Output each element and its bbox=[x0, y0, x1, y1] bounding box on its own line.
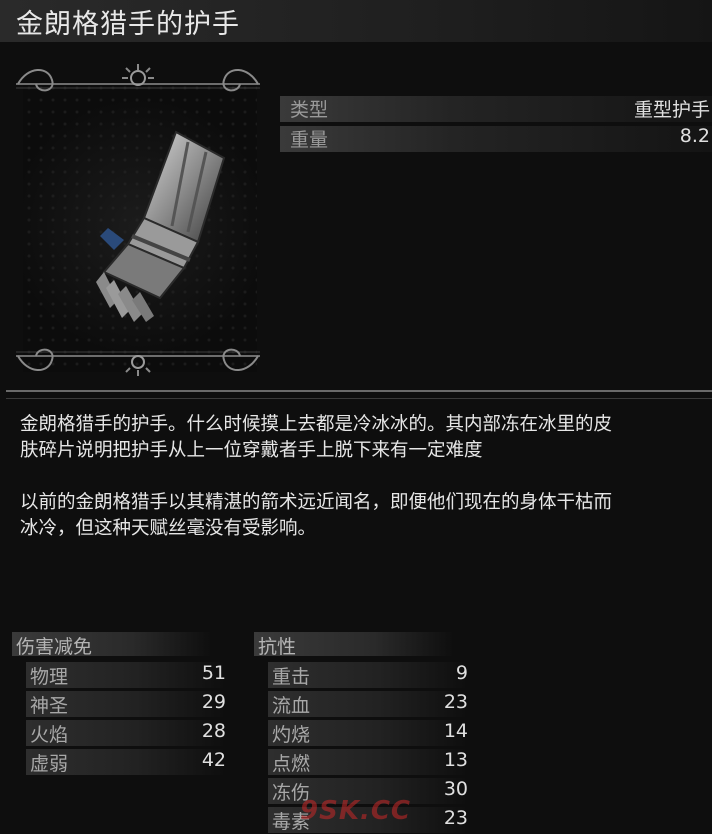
info-label: 类型 bbox=[290, 99, 329, 121]
stat-value: 29 bbox=[201, 691, 226, 713]
stat-name: 点燃 bbox=[272, 753, 311, 775]
description-line-2: 肤碎片说明把护手从上一位穿戴者手上脱下来有一定难度 bbox=[20, 440, 483, 461]
stat-name: 神圣 bbox=[30, 695, 69, 717]
stat-value: 42 bbox=[201, 749, 226, 771]
stat-value: 30 bbox=[443, 778, 468, 800]
stat-name: 火焰 bbox=[30, 724, 69, 746]
info-row-type: 类型 重型护手 bbox=[280, 96, 712, 122]
stat-name: 重击 bbox=[272, 666, 311, 688]
damage-reduction-heading-text: 伤害减免 bbox=[16, 636, 93, 658]
stat-name: 灼烧 bbox=[272, 724, 311, 746]
stat-name: 虚弱 bbox=[30, 753, 69, 775]
ornate-frame-bottom-icon bbox=[16, 348, 260, 376]
description-line-4: 冰冷，但这种天赋丝毫没有受影响。 bbox=[20, 518, 317, 539]
description-line-3: 以前的金朗格猎手以其精湛的箭术远近闻名，即便他们现在的身体干枯而 bbox=[20, 492, 613, 513]
stat-row: 点燃 13 bbox=[268, 749, 468, 775]
stat-row: 重击 9 bbox=[268, 662, 468, 688]
stat-value: 23 bbox=[443, 691, 468, 713]
resistance-heading: 抗性 bbox=[254, 632, 454, 658]
stat-name: 物理 bbox=[30, 666, 69, 688]
stat-row: 流血 23 bbox=[268, 691, 468, 717]
info-value: 重型护手 bbox=[633, 99, 710, 121]
title-bar: 金朗格猎手的护手 bbox=[0, 0, 712, 42]
watermark: 9SK.CC bbox=[300, 796, 412, 826]
item-portrait bbox=[8, 62, 268, 380]
stat-row: 灼烧 14 bbox=[268, 720, 468, 746]
stat-value: 9 bbox=[455, 662, 468, 684]
ornate-frame-top-icon bbox=[16, 64, 260, 92]
description-line-1: 金朗格猎手的护手。什么时候摸上去都是冷冰冰的。其内部冻在冰里的皮 bbox=[20, 414, 613, 435]
item-title: 金朗格猎手的护手 bbox=[16, 9, 240, 40]
gauntlet-icon bbox=[96, 130, 226, 322]
stat-value: 28 bbox=[201, 720, 226, 742]
info-label: 重量 bbox=[290, 129, 329, 151]
stat-value: 14 bbox=[443, 720, 468, 742]
info-row-weight: 重量 8.2 bbox=[280, 125, 712, 152]
stat-row: 虚弱 42 bbox=[26, 749, 226, 775]
stat-row: 火焰 28 bbox=[26, 720, 226, 746]
info-value: 8.2 bbox=[679, 125, 710, 147]
section-divider bbox=[6, 390, 712, 399]
stat-value: 13 bbox=[443, 749, 468, 771]
stat-row: 神圣 29 bbox=[26, 691, 226, 717]
damage-reduction-heading: 伤害减免 bbox=[12, 632, 212, 658]
stat-value: 51 bbox=[201, 662, 226, 684]
stat-name: 流血 bbox=[272, 695, 311, 717]
stat-value: 23 bbox=[443, 807, 468, 829]
resistance-heading-text: 抗性 bbox=[258, 636, 297, 658]
stat-row: 物理 51 bbox=[26, 662, 226, 688]
